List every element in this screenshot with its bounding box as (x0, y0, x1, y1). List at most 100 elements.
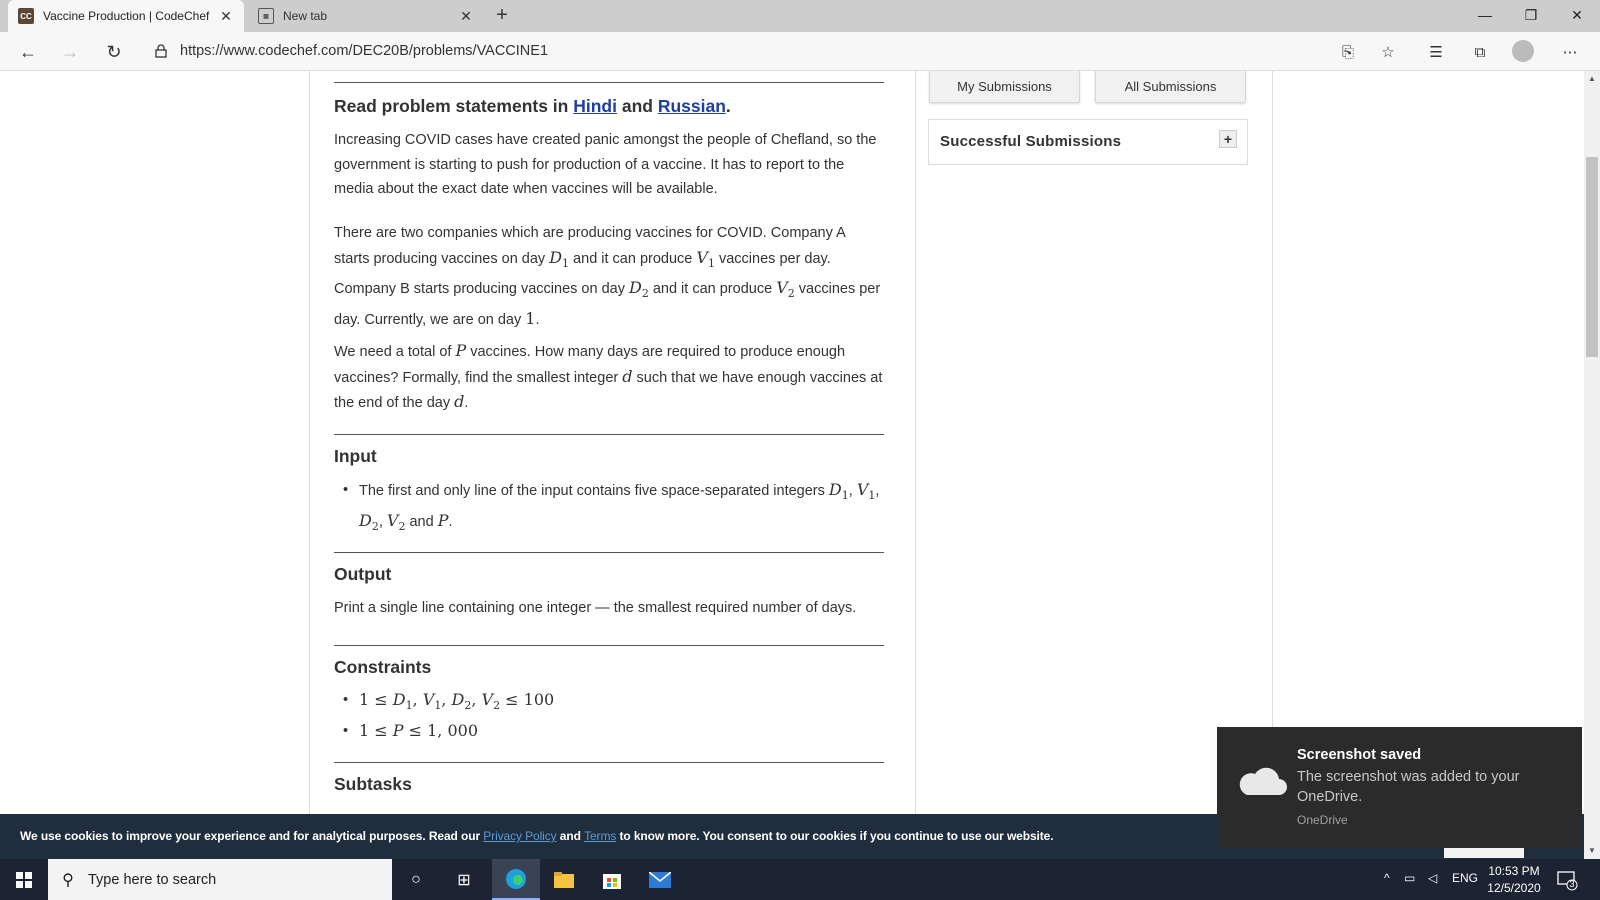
constraint-math: 1 ≤ P ≤ 1, 000 (359, 720, 478, 740)
input-heading: Input (334, 446, 377, 466)
scroll-thumb[interactable] (1586, 157, 1598, 357)
math-d2: D2 (628, 278, 649, 301)
search-icon: ⚲ (62, 871, 74, 889)
successful-submissions-panel[interactable]: Successful Submissions + (928, 119, 1248, 165)
math-v1: V1 (856, 480, 876, 503)
network-icon[interactable]: ▭ (1404, 871, 1415, 885)
math-d1: D1 (828, 480, 849, 503)
tab-title: New tab (283, 9, 328, 23)
text: . (464, 395, 469, 411)
russian-link[interactable]: Russian (658, 96, 726, 116)
expand-plus-icon[interactable]: + (1219, 130, 1237, 148)
text: . (535, 311, 540, 328)
toast-source: OneDrive (1297, 813, 1348, 827)
favorite-star-icon[interactable]: ☆ (1374, 38, 1402, 66)
restore-button[interactable]: ❐ (1508, 0, 1554, 30)
math-d1: D1 (549, 247, 570, 270)
forward-button[interactable]: → (56, 38, 84, 66)
math-p: P (455, 341, 467, 360)
windows-taskbar: ⚲ Type here to search ○ ⊞ ^ ▭ ◁ ENG 10:5… (0, 859, 1600, 900)
page-scrollbar[interactable]: ▲ ▼ (1584, 71, 1600, 859)
my-submissions-button[interactable]: My Submissions (929, 71, 1080, 103)
browser-toolbar: ← → ↻ https://www.codechef.com/DEC20B/pr… (0, 32, 1600, 71)
all-submissions-button[interactable]: All Submissions (1095, 71, 1246, 103)
new-tab-button[interactable]: + (490, 4, 514, 28)
clock-date: 12/5/2020 (1487, 881, 1541, 895)
math-d2: D2 (359, 510, 379, 533)
math-p: P (437, 510, 449, 530)
refresh-button[interactable]: ↻ (100, 38, 128, 66)
input-list: The first and only line of the input con… (334, 478, 884, 539)
intro-paragraph: Increasing COVID cases have created pani… (334, 132, 877, 197)
new-tab-favicon-icon: ▦ (258, 8, 274, 24)
toast-body: The screenshot was added to your OneDriv… (1297, 769, 1520, 805)
notification-center-icon[interactable]: 3 (1556, 869, 1578, 891)
read-statements-heading: Read problem statements in Hindi and Rus… (334, 96, 731, 117)
favorites-list-icon[interactable]: ☰ (1422, 38, 1450, 66)
text: The first and only line of the input con… (359, 483, 829, 499)
tab-new-tab[interactable]: ▦ New tab ✕ (248, 0, 484, 32)
close-tab-icon[interactable]: ✕ (218, 8, 234, 25)
list-item: The first and only line of the input con… (334, 478, 884, 539)
heading-text: . (725, 96, 731, 116)
list-item: 1 ≤ D1, V1, D2, V2 ≤ 100 (334, 688, 884, 719)
edge-browser-icon[interactable] (492, 859, 540, 900)
text: and it can produce (569, 250, 697, 267)
cloud-icon (1239, 767, 1287, 795)
task-view-icon[interactable]: ⊞ (440, 859, 488, 900)
text: and it can produce (648, 281, 777, 298)
companies-paragraph: There are two companies which are produc… (334, 221, 884, 332)
back-button[interactable]: ← (14, 38, 42, 66)
divider (334, 434, 884, 435)
math-v2: V2 (386, 510, 406, 533)
text: We use cookies to improve your experienc… (20, 829, 484, 843)
minimize-button[interactable]: — (1462, 0, 1508, 30)
text: to know more. You consent to our cookies… (616, 829, 1054, 843)
start-button[interactable] (0, 859, 48, 900)
terms-link[interactable]: Terms (584, 829, 616, 843)
heading-text: Read problem statements in (334, 96, 574, 116)
address-bar[interactable]: https://www.codechef.com/DEC20B/problems… (150, 36, 1390, 66)
language-indicator[interactable]: ENG (1452, 871, 1478, 885)
tab-vaccine-production[interactable]: CC Vaccine Production | CodeChef ✕ (8, 0, 244, 32)
taskbar-search[interactable]: ⚲ Type here to search (48, 859, 392, 900)
store-icon[interactable] (588, 859, 636, 900)
tray-chevron-icon[interactable]: ^ (1384, 871, 1390, 885)
text: and (556, 829, 585, 843)
codechef-favicon-icon: CC (18, 8, 34, 24)
more-menu-icon[interactable]: ⋯ (1556, 38, 1584, 66)
close-tab-icon[interactable]: ✕ (458, 8, 474, 25)
output-heading: Output (334, 564, 392, 584)
onedrive-toast[interactable]: Screenshot saved The screenshot was adde… (1217, 727, 1582, 848)
hindi-link[interactable]: Hindi (573, 96, 617, 116)
mail-icon[interactable] (636, 859, 684, 900)
file-explorer-icon[interactable] (540, 859, 588, 900)
math-v1: V1 (696, 247, 715, 270)
collections-icon[interactable]: ⧉ (1466, 38, 1494, 66)
close-window-button[interactable]: ✕ (1554, 0, 1600, 30)
taskbar-clock[interactable]: 10:53 PM 12/5/2020 (1484, 863, 1544, 897)
lock-icon (150, 44, 172, 58)
privacy-policy-link[interactable]: Privacy Policy (483, 829, 556, 843)
scroll-down-icon[interactable]: ▼ (1584, 843, 1600, 859)
cookie-accept-button[interactable] (1444, 848, 1524, 858)
tab-title: Vaccine Production | CodeChef (43, 9, 210, 23)
constraints-list: 1 ≤ D1, V1, D2, V2 ≤ 100 1 ≤ P ≤ 1, 000 (334, 688, 884, 744)
subtasks-heading: Subtasks (334, 774, 412, 794)
heading-text: and (616, 96, 658, 116)
list-item: 1 ≤ P ≤ 1, 000 (334, 719, 884, 745)
read-aloud-icon[interactable]: ⎘ (1334, 38, 1362, 66)
math-d: d (622, 366, 633, 386)
volume-muted-icon[interactable]: ◁ (1428, 871, 1437, 885)
windows-logo-icon (16, 871, 32, 888)
cortana-icon[interactable]: ○ (392, 859, 440, 900)
scroll-up-icon[interactable]: ▲ (1584, 71, 1600, 87)
math-one: 1 (525, 308, 536, 328)
output-paragraph: Print a single line containing one integ… (334, 600, 857, 616)
constraint-math: 1 ≤ D1, V1, D2, V2 ≤ 100 (359, 690, 555, 713)
profile-avatar[interactable] (1512, 40, 1534, 62)
math-d: d (454, 392, 465, 411)
cookie-message: We use cookies to improve your experienc… (20, 829, 1054, 843)
divider (334, 645, 884, 646)
search-placeholder: Type here to search (88, 871, 217, 888)
